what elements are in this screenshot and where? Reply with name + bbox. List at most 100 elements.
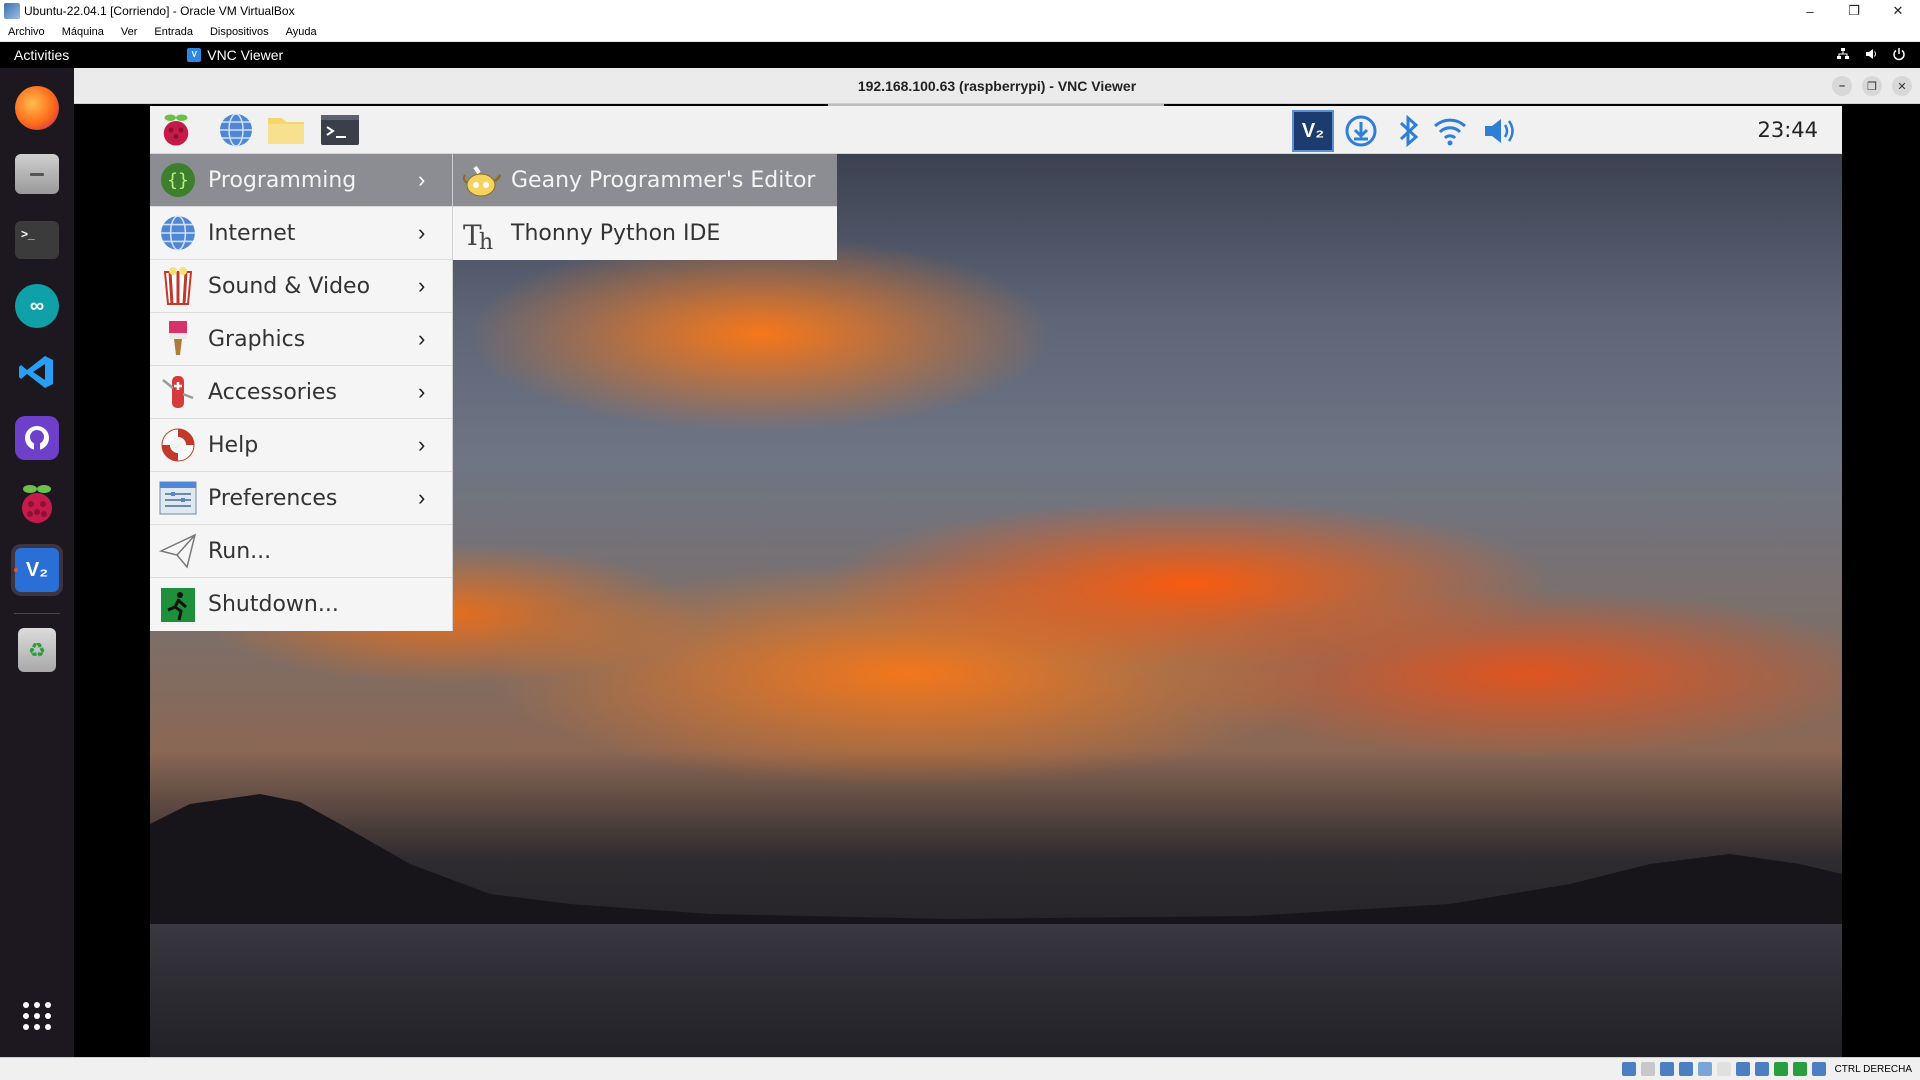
raspberry-menu-button[interactable] <box>156 112 196 148</box>
vnc-minimize-button[interactable]: – <box>1832 76 1852 96</box>
file-manager-launcher[interactable] <box>266 112 306 148</box>
vbox-window-title: Ubuntu-22.04.1 [Corriendo] - Oracle VM V… <box>24 4 295 18</box>
menu-label-programming: Programming <box>208 167 357 193</box>
submenu-label-geany: Geany Programmer's Editor <box>511 167 816 193</box>
usb-icon[interactable] <box>1697 1062 1712 1076</box>
svg-text:h: h <box>479 230 493 253</box>
raspberry-logo-icon <box>163 114 189 146</box>
dock-github-desktop[interactable] <box>11 412 63 464</box>
submenu-item-thonny[interactable]: Th Thonny Python IDE <box>453 207 837 260</box>
menu-item-run[interactable]: Run... <box>150 525 452 578</box>
dock-arduino[interactable]: ∞ <box>11 280 63 332</box>
web-browser-launcher[interactable] <box>216 112 256 148</box>
menu-label-preferences: Preferences <box>208 485 338 511</box>
network-icon[interactable] <box>1836 47 1850 64</box>
vnc-viewer-small-icon: V <box>187 48 202 62</box>
menu-archivo[interactable]: Archivo <box>0 26 54 38</box>
globe-icon <box>220 113 252 147</box>
trash-icon: ♻ <box>18 628 56 672</box>
menu-item-programming[interactable]: {} Programming › <box>150 154 452 207</box>
dock-raspberry-pi-imager[interactable] <box>11 478 63 530</box>
menu-label-graphics: Graphics <box>208 326 306 352</box>
minimize-button[interactable]: – <box>1788 0 1832 22</box>
vnc-close-button[interactable]: ✕ <box>1892 76 1912 96</box>
dock-terminal[interactable]: >_ <box>11 214 63 266</box>
programming-submenu: Geany Programmer's Editor Th Thonny Pyth… <box>453 154 837 260</box>
raspberry-icon <box>15 482 59 526</box>
menu-label-sound-video: Sound & Video <box>208 273 371 299</box>
menu-item-help[interactable]: Help › <box>150 419 452 472</box>
restore-button[interactable]: ❐ <box>1832 0 1876 22</box>
recording-icon[interactable] <box>1754 1062 1769 1076</box>
submenu-item-geany[interactable]: Geany Programmer's Editor <box>453 154 837 207</box>
dock-trash[interactable]: ♻ <box>11 624 63 676</box>
chevron-right-icon: › <box>418 220 426 245</box>
system-tray[interactable] <box>1836 47 1920 64</box>
vbox-statusbar: CTRL DERECHA <box>0 1057 1920 1080</box>
audio-icon[interactable] <box>1659 1062 1674 1076</box>
vnc-server-tray-icon[interactable]: V₂ <box>1292 110 1334 152</box>
host-key-label: CTRL DERECHA <box>1834 1063 1912 1075</box>
vnc-window-title: 192.168.100.63 (raspberrypi) - VNC Viewe… <box>857 77 1137 94</box>
close-button[interactable]: ✕ <box>1876 0 1920 22</box>
shared-folders-icon[interactable] <box>1716 1062 1731 1076</box>
vbox-titlebar: Ubuntu-22.04.1 [Corriendo] - Oracle VM V… <box>0 0 1920 22</box>
display-icon[interactable] <box>1735 1062 1750 1076</box>
power-icon[interactable] <box>1892 47 1906 64</box>
chevron-right-icon: › <box>418 379 426 404</box>
menu-entrada[interactable]: Entrada <box>146 26 202 38</box>
vnc-restore-button[interactable]: ❐ <box>1862 76 1882 96</box>
menu-label-accessories: Accessories <box>208 379 337 405</box>
bluetooth-icon[interactable] <box>1396 114 1422 153</box>
active-app-name[interactable]: VNC Viewer <box>207 47 1836 63</box>
accessories-icon <box>158 372 198 412</box>
cpu-icon[interactable] <box>1773 1062 1788 1076</box>
dock-separator <box>14 613 60 614</box>
updater-icon[interactable] <box>1344 114 1378 153</box>
terminal-launcher[interactable] <box>320 112 360 148</box>
virtualization-icon[interactable] <box>1792 1062 1807 1076</box>
geany-teapot-icon <box>461 160 501 200</box>
raspberry-pi-desktop[interactable]: V₂ 23:44 {} Programming › Internet › Sou… <box>150 106 1842 1057</box>
files-icon <box>15 154 59 194</box>
menu-item-graphics[interactable]: Graphics › <box>150 313 452 366</box>
menu-item-internet[interactable]: Internet › <box>150 207 452 260</box>
dock-files[interactable] <box>11 148 63 200</box>
menu-item-preferences[interactable]: Preferences › <box>150 472 452 525</box>
dock-firefox[interactable] <box>11 82 63 134</box>
volume-icon[interactable] <box>1482 114 1518 153</box>
dock-vnc-viewer[interactable]: V₂ <box>11 544 63 596</box>
mouse-integration-icon[interactable] <box>1811 1062 1826 1076</box>
rpi-taskbar: V₂ 23:44 <box>150 106 1842 154</box>
chevron-right-icon: › <box>418 432 426 457</box>
chevron-right-icon: › <box>418 326 426 351</box>
wifi-icon[interactable] <box>1432 114 1468 153</box>
menu-ver[interactable]: Ver <box>113 26 147 38</box>
vbox-menubar: Archivo Máquina Ver Entrada Dispositivos… <box>0 22 1920 42</box>
help-lifebuoy-icon <box>158 425 198 465</box>
menu-item-shutdown[interactable]: Shutdown... <box>150 578 452 631</box>
menu-item-accessories[interactable]: Accessories › <box>150 366 452 419</box>
activities-button[interactable]: Activities <box>0 47 83 63</box>
active-indicator <box>14 568 18 572</box>
network-adapter-icon[interactable] <box>1678 1062 1693 1076</box>
menu-ayuda[interactable]: Ayuda <box>278 26 326 38</box>
optical-drive-icon[interactable] <box>1640 1062 1655 1076</box>
volume-icon[interactable] <box>1864 47 1878 64</box>
menu-item-sound-video[interactable]: Sound & Video › <box>150 260 452 313</box>
run-paper-plane-icon <box>158 531 198 571</box>
dock-vscode[interactable] <box>11 346 63 398</box>
app-grid-icon <box>15 994 59 1038</box>
github-icon <box>15 416 59 460</box>
svg-text:{}: {} <box>167 170 189 191</box>
dock-show-applications[interactable] <box>11 990 63 1042</box>
clock[interactable]: 23:44 <box>1757 118 1818 142</box>
vnc-titlebar: 192.168.100.63 (raspberrypi) - VNC Viewe… <box>74 68 1920 104</box>
shutdown-exit-icon <box>158 585 198 625</box>
hard-disk-icon[interactable] <box>1621 1062 1636 1076</box>
preferences-icon <box>158 478 198 518</box>
menu-maquina[interactable]: Máquina <box>54 26 113 38</box>
graphics-icon <box>158 319 198 359</box>
vscode-icon <box>15 350 59 394</box>
menu-dispositivos[interactable]: Dispositivos <box>202 26 278 38</box>
